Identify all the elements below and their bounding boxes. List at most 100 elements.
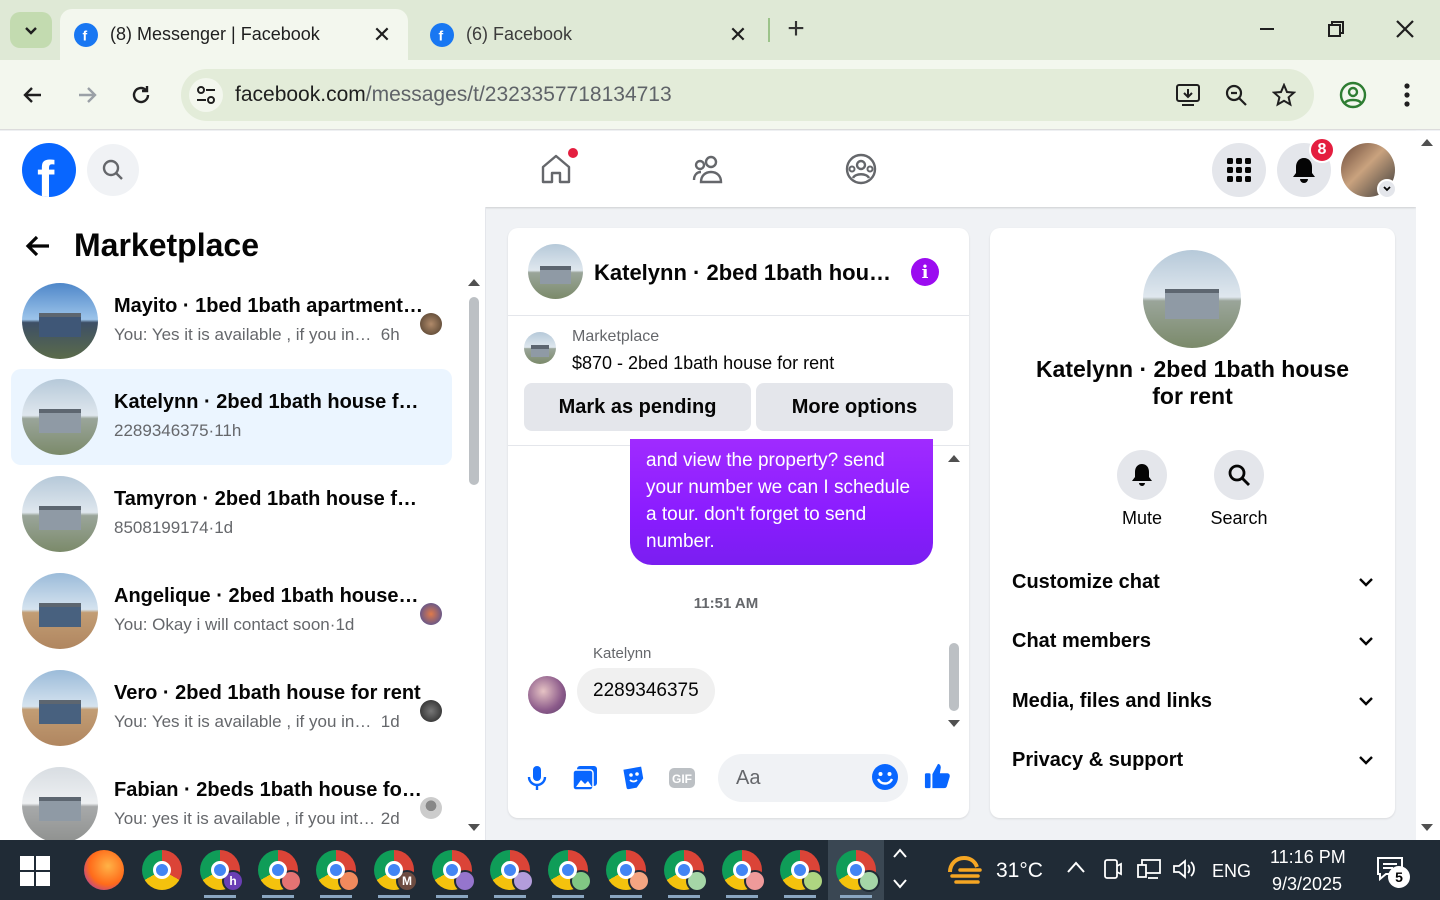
home-nav[interactable] <box>532 145 580 193</box>
kebab-menu-icon <box>1404 83 1410 107</box>
zoom-icon[interactable] <box>1222 81 1250 109</box>
chrome-taskbar-icon[interactable] <box>142 850 182 890</box>
reload-button[interactable] <box>124 78 158 112</box>
weather-icon[interactable] <box>946 854 986 893</box>
marketplace-listing-box: Marketplace $870 - 2bed 1bath house for … <box>508 316 969 446</box>
install-app-icon[interactable] <box>1174 81 1202 109</box>
clock-time[interactable]: 11:16 PM <box>1270 847 1346 868</box>
more-options-button[interactable]: More options <box>756 383 953 431</box>
back-button[interactable] <box>16 78 50 112</box>
chrome-profile-taskbar-icon[interactable] <box>316 850 360 898</box>
groups-nav[interactable] <box>837 145 885 193</box>
volume-icon[interactable] <box>1172 858 1198 885</box>
conversation-time: 1d <box>214 518 234 537</box>
voice-clip-button[interactable] <box>523 764 551 792</box>
attach-photo-button[interactable] <box>571 764 599 792</box>
meet-now-icon[interactable] <box>1102 858 1122 885</box>
back-arrow-icon[interactable] <box>24 232 52 260</box>
chrome-profile-taskbar-icon[interactable] <box>722 850 766 898</box>
facebook-search-button[interactable] <box>87 144 139 196</box>
mark-as-pending-button[interactable]: Mark as pending <box>524 383 751 431</box>
customize-chat-section[interactable]: Customize chat <box>1012 560 1374 604</box>
start-button[interactable] <box>20 856 50 886</box>
emoji-button[interactable] <box>871 763 899 791</box>
site-info-icon[interactable] <box>189 78 223 112</box>
tab-search-button[interactable] <box>10 12 52 48</box>
address-bar[interactable]: facebook.com/messages/t/2323357718134713 <box>181 69 1314 121</box>
close-tab-icon[interactable]: ✕ <box>726 22 750 48</box>
conversation-photo[interactable] <box>1143 250 1241 348</box>
grid-menu-icon <box>1227 158 1251 182</box>
bookmark-star-icon[interactable] <box>1270 81 1298 109</box>
profile-icon <box>1339 81 1367 109</box>
sticker-button[interactable] <box>620 764 648 792</box>
new-tab-button[interactable]: + <box>782 14 810 46</box>
conversation-item[interactable]: Tamyron · 2bed 1bath house for rent 8508… <box>11 466 452 562</box>
profile-button[interactable] <box>1336 78 1370 112</box>
reload-icon <box>132 86 150 104</box>
notifications-button[interactable]: 8 <box>1277 137 1335 197</box>
listing-title[interactable]: $870 - 2bed 1bath house for rent <box>572 353 834 374</box>
chat-avatar[interactable] <box>528 244 583 299</box>
chrome-profile-taskbar-icon[interactable] <box>490 850 534 898</box>
media-files-links-section[interactable]: Media, files and links <box>1012 679 1374 723</box>
conversation-preview: You: yes it is available , if you intere… <box>114 809 376 828</box>
conversation-item[interactable]: Fabian · 2beds 1bath house for rent You:… <box>11 757 452 853</box>
chrome-profile-taskbar-icon[interactable] <box>258 850 302 898</box>
facebook-favicon-icon: f <box>430 22 454 47</box>
scrollbar-thumb[interactable] <box>949 643 959 711</box>
like-send-button[interactable] <box>924 762 952 790</box>
input-language[interactable]: ENG <box>1212 861 1251 882</box>
gif-button[interactable]: GIF <box>668 764 696 792</box>
chrome-active-taskbar-icon[interactable] <box>836 850 880 898</box>
chevron-up-icon <box>1067 861 1085 873</box>
search-action[interactable]: Search <box>1194 450 1284 529</box>
taskbar-overflow[interactable] <box>893 846 907 890</box>
firefox-taskbar-icon[interactable] <box>84 850 124 890</box>
chrome-profile-taskbar-icon[interactable] <box>780 850 824 898</box>
conversation-name: Fabian · 2beds 1bath house for rent <box>114 779 424 801</box>
privacy-support-section[interactable]: Privacy & support <box>1012 738 1374 782</box>
account-chevron[interactable] <box>1377 179 1397 199</box>
chat-members-section[interactable]: Chat members <box>1012 619 1374 663</box>
chrome-profile-taskbar-icon[interactable] <box>548 850 592 898</box>
tab-messenger[interactable]: f (8) Messenger | Facebook ✕ <box>60 9 408 60</box>
info-icon[interactable]: i <box>911 258 939 286</box>
page-scrollbar[interactable] <box>1416 131 1440 840</box>
chrome-profile-taskbar-icon[interactable] <box>606 850 650 898</box>
forward-button[interactable] <box>70 78 104 112</box>
chrome-profile-taskbar-icon[interactable]: M <box>374 850 418 898</box>
close-window-button[interactable] <box>1390 14 1420 44</box>
chrome-profile-taskbar-icon[interactable]: h <box>200 850 244 898</box>
close-tab-icon[interactable]: ✕ <box>370 22 394 48</box>
friends-nav[interactable] <box>684 145 732 193</box>
facebook-logo[interactable]: f <box>22 143 76 197</box>
svg-text:f: f <box>37 151 55 197</box>
home-notification-dot <box>568 148 578 158</box>
conversation-time: 6h <box>380 325 400 344</box>
tab-facebook[interactable]: f (6) Facebook ✕ <box>416 9 764 60</box>
conversation-item[interactable]: Vero · 2bed 1bath house for rent You: Ye… <box>11 660 452 756</box>
smiley-icon <box>872 764 898 790</box>
sender-avatar[interactable] <box>528 676 566 714</box>
conversation-item[interactable]: Katelynn · 2bed 1bath house for rent 228… <box>11 369 452 465</box>
mute-action[interactable]: Mute <box>1097 450 1187 529</box>
scrollbar-thumb[interactable] <box>469 297 479 485</box>
show-hidden-icons[interactable] <box>1066 860 1086 879</box>
restore-button[interactable] <box>1321 14 1351 44</box>
minimize-button[interactable] <box>1252 14 1282 44</box>
browser-menu-button[interactable] <box>1390 78 1424 112</box>
chrome-profile-taskbar-icon[interactable] <box>664 850 708 898</box>
menu-button[interactable] <box>1212 143 1266 197</box>
conversation-item[interactable]: Angelique · 2bed 1bath house for rent Yo… <box>11 563 452 659</box>
network-icon[interactable] <box>1136 858 1162 885</box>
chrome-profile-taskbar-icon[interactable] <box>432 850 476 898</box>
action-center-button[interactable]: 5 <box>1376 856 1410 888</box>
conversation-list-scrollbar[interactable] <box>466 277 482 833</box>
chat-scrollbar[interactable] <box>945 447 963 737</box>
conversation-name: Vero · 2bed 1bath house for rent <box>114 682 421 704</box>
chat-title[interactable]: Katelynn · 2bed 1bath house for rent <box>594 260 894 286</box>
temperature[interactable]: 31°C <box>996 859 1043 883</box>
conversation-item[interactable]: Mayito · 1bed 1bath apartment for rent Y… <box>11 273 452 369</box>
clock-date[interactable]: 9/3/2025 <box>1272 874 1342 895</box>
